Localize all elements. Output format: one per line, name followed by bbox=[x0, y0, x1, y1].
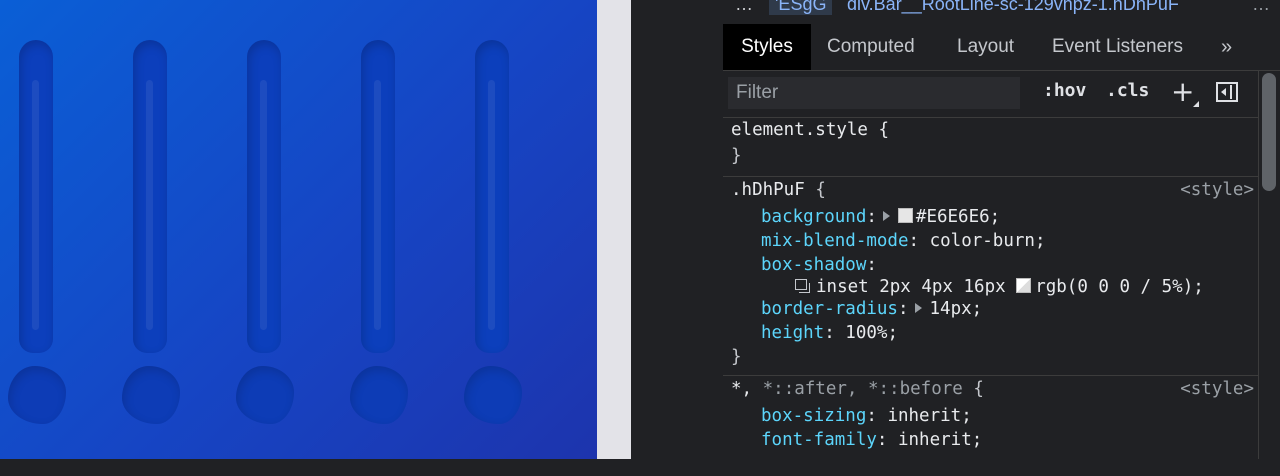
bar-blob bbox=[236, 366, 294, 424]
shadow-editor-icon[interactable] bbox=[795, 279, 811, 293]
rule-source-link[interactable]: <style> bbox=[1180, 377, 1254, 401]
property-name[interactable]: height bbox=[761, 323, 824, 343]
rule-selector[interactable]: element.style { bbox=[731, 118, 889, 142]
property-value[interactable]: 100% bbox=[845, 323, 887, 343]
tab-computed[interactable]: Computed bbox=[827, 24, 915, 70]
property-name[interactable]: box-shadow bbox=[761, 255, 866, 275]
rule-selector-line: *, *::after, *::before { bbox=[731, 377, 984, 401]
property-name[interactable]: box-sizing bbox=[761, 406, 866, 426]
bar-blob bbox=[122, 366, 180, 424]
breadcrumb-item[interactable]: 'ESgG bbox=[769, 0, 833, 15]
property-name[interactable]: mix-blend-mode bbox=[761, 231, 909, 251]
breadcrumb-overflow-left[interactable]: … bbox=[735, 0, 754, 15]
property-value[interactable]: inset 2px 4px 16px bbox=[816, 277, 1006, 297]
property-value[interactable]: 14px bbox=[930, 299, 972, 319]
declaration-box-shadow-value[interactable]: inset 2px 4px 16px rgb(0 0 0 / 5%); bbox=[795, 275, 1204, 299]
bar-track bbox=[133, 40, 167, 353]
tab-overflow-chevron-icon[interactable]: » bbox=[1221, 24, 1232, 70]
bar-track bbox=[19, 40, 53, 353]
declaration-mix-blend-mode[interactable]: mix-blend-mode: color-burn; bbox=[761, 229, 1046, 253]
rule-element-style: element.style { } bbox=[723, 118, 1258, 177]
property-value[interactable]: inherit bbox=[898, 430, 972, 450]
declaration-height[interactable]: height: 100%; bbox=[761, 321, 898, 345]
breadcrumb-overflow-right[interactable]: … bbox=[1252, 0, 1270, 15]
property-value[interactable]: color-burn bbox=[930, 231, 1035, 251]
breadcrumb-item-current[interactable]: div.Bar__RootLine-sc-129vhpz-1.hDhPuF bbox=[847, 0, 1179, 15]
scrollbar-thumb[interactable] bbox=[1262, 73, 1276, 191]
tab-event-listeners[interactable]: Event Listeners bbox=[1052, 24, 1183, 70]
rule-open-brace: { bbox=[815, 180, 826, 200]
declaration-background[interactable]: background: #E6E6E6; bbox=[761, 205, 1000, 229]
expand-triangle-icon[interactable] bbox=[914, 303, 922, 313]
sidebar-tabs: Styles Computed Layout Event Listeners » bbox=[723, 24, 1280, 71]
preview-canvas bbox=[0, 0, 597, 459]
declaration-font-family[interactable]: font-family: inherit; bbox=[761, 428, 982, 452]
bar-highlight bbox=[260, 80, 267, 330]
rule-open-brace: { bbox=[973, 379, 984, 399]
rule-hdhpuf: .hDhPuF { <style> background: #E6E6E6; mi… bbox=[723, 177, 1258, 376]
color-swatch-icon[interactable] bbox=[1016, 278, 1032, 293]
tab-layout[interactable]: Layout bbox=[957, 24, 1014, 70]
bar-highlight bbox=[146, 80, 153, 330]
rule-selector[interactable]: .hDhPuF bbox=[731, 180, 805, 200]
new-rule-menu-triangle-icon[interactable] bbox=[1193, 101, 1199, 107]
expand-triangle-icon[interactable] bbox=[882, 211, 890, 221]
color-swatch-icon[interactable] bbox=[897, 208, 913, 223]
property-name[interactable]: font-family bbox=[761, 430, 877, 450]
filter-input[interactable] bbox=[728, 77, 1020, 109]
bar-blob bbox=[464, 366, 522, 424]
styles-scrollbar[interactable] bbox=[1258, 71, 1280, 459]
property-value[interactable]: rgb(0 0 0 / 5%) bbox=[1035, 277, 1193, 297]
bar-track bbox=[475, 40, 509, 353]
breadcrumb: … 'ESgG div.Bar__RootLine-sc-129vhpz-1.h… bbox=[723, 0, 1280, 24]
rule-selector[interactable]: *, bbox=[731, 379, 752, 399]
declaration-box-shadow[interactable]: box-shadow: bbox=[761, 253, 877, 277]
new-style-rule-button[interactable]: + bbox=[1171, 75, 1194, 108]
property-value[interactable]: #E6E6E6 bbox=[916, 207, 990, 227]
bar-highlight bbox=[374, 80, 381, 330]
toggle-sidebar-icon[interactable] bbox=[1216, 82, 1238, 102]
cls-toggle-button[interactable]: .cls bbox=[1106, 80, 1149, 101]
property-name[interactable]: background bbox=[761, 207, 866, 227]
property-name[interactable]: border-radius bbox=[761, 299, 898, 319]
bar-blob bbox=[350, 366, 408, 424]
declaration-border-radius[interactable]: border-radius: 14px; bbox=[761, 297, 982, 321]
bar-blob bbox=[8, 366, 66, 424]
styles-toolbar: :hov .cls + bbox=[723, 71, 1258, 118]
devtools-left-pane bbox=[631, 0, 724, 459]
rule-source-link[interactable]: <style> bbox=[1180, 178, 1254, 202]
bar-highlight bbox=[32, 80, 39, 330]
hov-toggle-button[interactable]: :hov bbox=[1043, 80, 1086, 101]
devtools-styles-panel: … 'ESgG div.Bar__RootLine-sc-129vhpz-1.h… bbox=[723, 0, 1280, 459]
styles-rules-list: element.style { } .hDhPuF { <style> back… bbox=[723, 118, 1258, 459]
rule-selector-unmatched[interactable]: *::after, *::before bbox=[763, 379, 963, 399]
rule-selector-line: .hDhPuF { bbox=[731, 178, 826, 202]
rule-close-brace: } bbox=[731, 347, 742, 367]
declaration-box-sizing[interactable]: box-sizing: inherit; bbox=[761, 404, 972, 428]
property-value[interactable]: inherit bbox=[887, 406, 961, 426]
bar-highlight bbox=[488, 80, 495, 330]
bar-track bbox=[361, 40, 395, 353]
page-gutter bbox=[597, 0, 631, 459]
tab-styles[interactable]: Styles bbox=[723, 24, 811, 70]
rule-universal: *, *::after, *::before { <style> box-siz… bbox=[723, 376, 1258, 476]
bar-track bbox=[247, 40, 281, 353]
rule-close-brace: } bbox=[731, 146, 742, 166]
